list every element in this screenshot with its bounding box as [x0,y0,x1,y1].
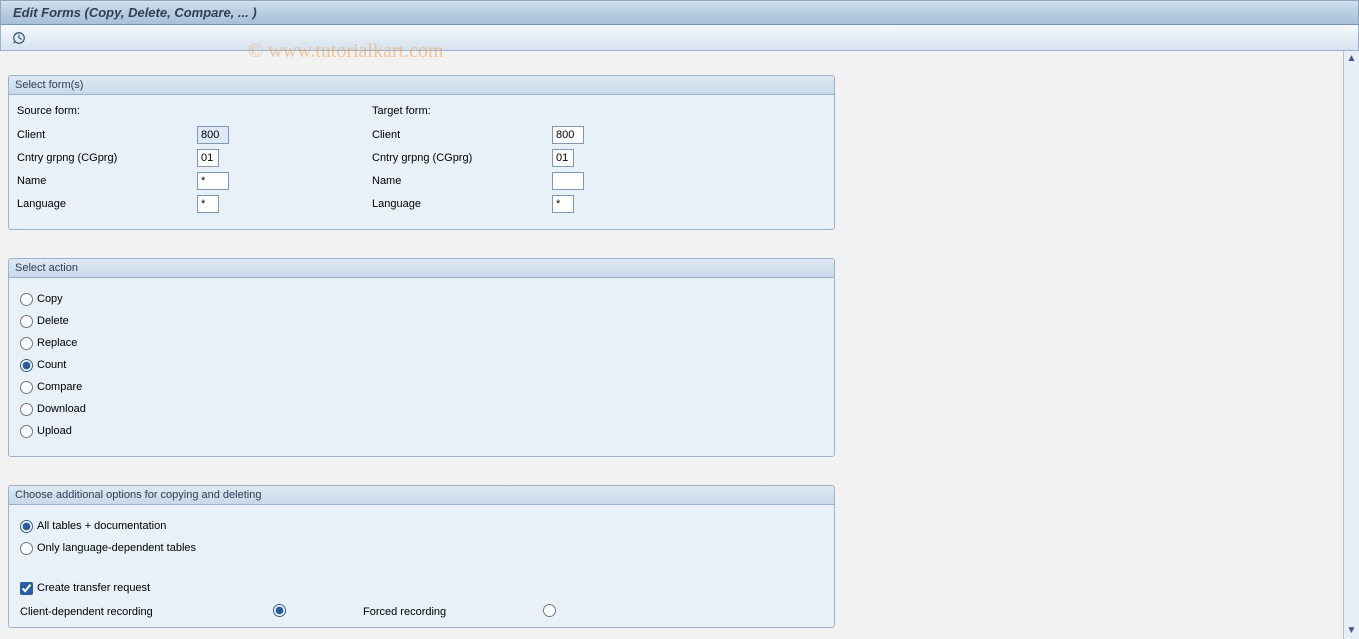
scroll-up-icon[interactable]: ▲ [1346,53,1358,65]
source-cgprg-label: Cntry grpng (CGprg) [17,152,197,164]
radio-compare-label: Compare [37,381,82,393]
source-name-label: Name [17,175,197,187]
checkbox-create-transfer-request-label: Create transfer request [37,582,150,594]
checkbox-create-transfer-request[interactable] [20,582,33,595]
window-title: Edit Forms (Copy, Delete, Compare, ... ) [13,5,257,20]
target-cgprg-input[interactable] [552,149,574,167]
radio-compare[interactable] [20,381,33,394]
source-client-input[interactable] [197,126,229,144]
radio-count[interactable] [20,359,33,372]
target-language-input[interactable] [552,195,574,213]
radio-client-dependent-recording[interactable] [273,604,286,617]
source-client-label: Client [17,129,197,141]
radio-replace[interactable] [20,337,33,350]
groupbox-additional-options: Choose additional options for copying an… [8,485,835,628]
execute-icon[interactable] [9,28,29,48]
right-scrollbar[interactable]: ▲ ▼ [1343,51,1359,639]
source-form-column: Source form: Client Cntry grpng (CGprg) … [17,105,367,215]
radio-replace-label: Replace [37,337,77,349]
radio-delete-label: Delete [37,315,69,327]
radio-delete[interactable] [20,315,33,328]
radio-all-tables[interactable] [20,520,33,533]
groupbox-header-select-forms: Select form(s) [9,76,834,95]
label-forced-recording: Forced recording [363,606,543,618]
application-toolbar [0,25,1359,51]
radio-copy-label: Copy [37,293,63,305]
source-cgprg-input[interactable] [197,149,219,167]
target-form-column: Target form: Client Cntry grpng (CGprg) … [372,105,722,215]
source-form-heading: Source form: [17,105,367,117]
target-language-label: Language [372,198,552,210]
groupbox-header-additional-options: Choose additional options for copying an… [9,486,834,505]
radio-download[interactable] [20,403,33,416]
radio-copy[interactable] [20,293,33,306]
target-client-label: Client [372,129,552,141]
groupbox-select-action: Select action Copy Delete Replace Count [8,258,835,457]
source-language-label: Language [17,198,197,210]
groupbox-header-select-action: Select action [9,259,834,278]
main-scroll[interactable]: Select form(s) Source form: Client Cntry… [0,51,1343,639]
radio-count-label: Count [37,359,66,371]
content-area: Select form(s) Source form: Client Cntry… [0,51,1359,639]
source-name-input[interactable] [197,172,229,190]
radio-lang-only-label: Only language-dependent tables [37,542,196,554]
target-client-input[interactable] [552,126,584,144]
target-cgprg-label: Cntry grpng (CGprg) [372,152,552,164]
target-form-heading: Target form: [372,105,722,117]
label-client-dependent-recording: Client-dependent recording [20,606,273,618]
scroll-down-icon[interactable]: ▼ [1346,625,1358,637]
groupbox-select-forms: Select form(s) Source form: Client Cntry… [8,75,835,230]
radio-upload[interactable] [20,425,33,438]
radio-lang-only[interactable] [20,542,33,555]
window-title-bar: Edit Forms (Copy, Delete, Compare, ... ) [0,0,1359,25]
source-language-input[interactable] [197,195,219,213]
radio-all-tables-label: All tables + documentation [37,520,166,532]
target-name-label: Name [372,175,552,187]
radio-upload-label: Upload [37,425,72,437]
radio-forced-recording[interactable] [543,604,556,617]
radio-download-label: Download [37,403,86,415]
target-name-input[interactable] [552,172,584,190]
